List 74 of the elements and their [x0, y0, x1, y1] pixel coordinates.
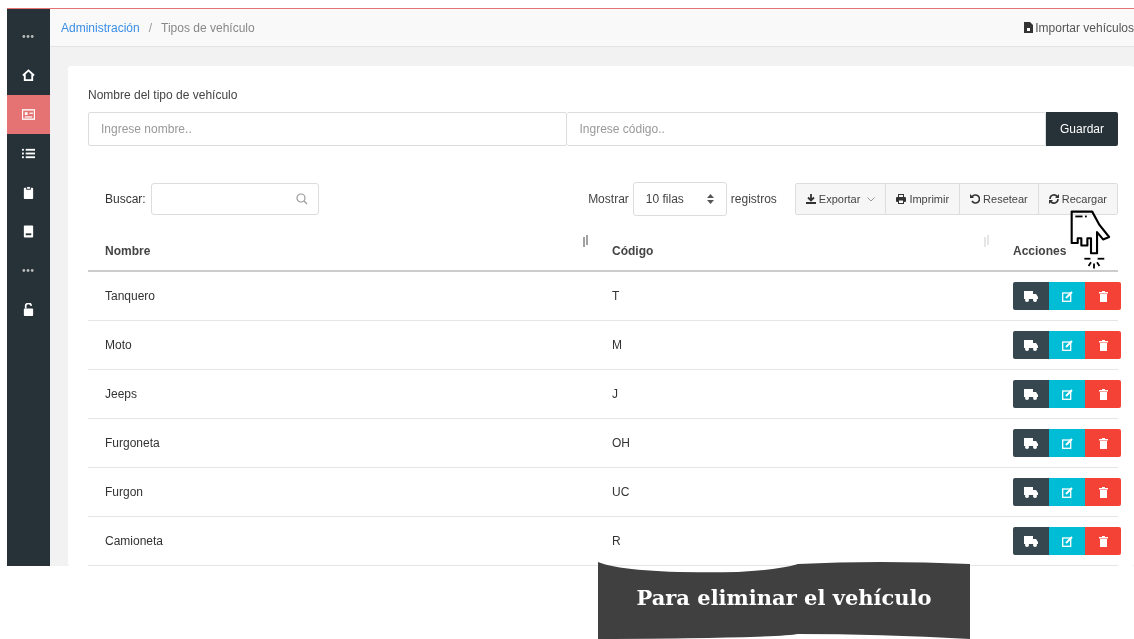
column-header[interactable]: Código [595, 226, 996, 272]
form-label: Nombre del tipo de vehículo [88, 87, 239, 104]
vehicles-button[interactable] [1013, 478, 1049, 506]
table-cell: Tanquero [88, 272, 595, 321]
search-field[interactable] [150, 183, 319, 215]
table-cell: Furgoneta [88, 419, 595, 468]
sort-icon [583, 234, 589, 248]
table-cell: Camioneta [88, 517, 595, 566]
column-header[interactable]: Acciones [996, 226, 1118, 272]
sort-arrows-icon [706, 194, 714, 204]
list-icon [22, 147, 35, 160]
edit-icon [1061, 486, 1073, 498]
table-cell: UC [595, 468, 996, 517]
edit-icon [1061, 388, 1073, 400]
trash-icon [1098, 486, 1108, 498]
export-button[interactable]: Exportar [795, 184, 887, 214]
code-input-field[interactable]: Ingrese código.. [567, 112, 1046, 146]
vehicles-button[interactable] [1013, 282, 1049, 310]
table-cell: Moto [88, 321, 595, 370]
id-card-icon [22, 108, 35, 121]
vehicles-button[interactable] [1013, 331, 1049, 359]
trash-icon [1098, 437, 1108, 449]
table-cell: M [595, 321, 996, 370]
edit-icon [1061, 290, 1073, 302]
caret-icon [867, 196, 876, 202]
truck-icon [1024, 437, 1038, 449]
trash-icon [1098, 339, 1108, 351]
table-cell: Furgon [88, 468, 595, 517]
vehicles-button[interactable] [1013, 429, 1049, 457]
table-cell: J [595, 370, 996, 419]
undo-icon [970, 194, 981, 204]
save-button[interactable]: Guardar [1045, 112, 1118, 146]
delete-button[interactable] [1085, 429, 1121, 457]
breadcrumb-separator: / [148, 20, 153, 35]
table-cell: Jeeps [88, 370, 595, 419]
trash-icon [1098, 290, 1108, 302]
delete-button[interactable] [1085, 282, 1121, 310]
show-label: Mostrar [588, 191, 629, 208]
delete-button[interactable] [1085, 478, 1121, 506]
unlocked-padlock-icon [22, 303, 35, 316]
home-icon [22, 69, 35, 82]
vehicles-button[interactable] [1013, 527, 1049, 555]
table-cell: OH [595, 419, 996, 468]
delete-button[interactable] [1085, 380, 1121, 408]
truck-icon [1024, 339, 1038, 351]
name-input-field[interactable]: Ingrese nombre.. [88, 112, 568, 146]
truck-icon [1024, 290, 1038, 302]
printer-icon [896, 194, 907, 204]
trash-icon [1098, 535, 1108, 547]
truck-icon [1024, 486, 1038, 498]
download-icon [805, 194, 816, 204]
book-icon [22, 225, 35, 238]
edit-icon [1061, 339, 1073, 351]
caption-text: Para eliminar el vehículo [635, 584, 933, 612]
sort-icon [984, 234, 990, 248]
clipboard-icon [22, 186, 35, 199]
edit-icon [1061, 437, 1073, 449]
import-vehicles-button[interactable]: Importar vehículos [1024, 18, 1134, 37]
edit-icon [1061, 535, 1073, 547]
breadcrumb-current: Tipos de vehículo [161, 20, 255, 35]
column-header[interactable]: Nombre [88, 226, 595, 272]
refresh-icon [1048, 194, 1059, 204]
truck-icon [1024, 535, 1038, 547]
search-label: Buscar: [105, 191, 146, 208]
table-cell: T [595, 272, 996, 321]
search-icon [295, 193, 308, 205]
truck-icon [1024, 388, 1038, 400]
records-label: registros [730, 191, 777, 208]
trash-icon [1098, 388, 1108, 400]
rows-select[interactable]: 10 filas [632, 182, 727, 216]
delete-button[interactable] [1085, 331, 1121, 359]
delete-button[interactable] [1085, 527, 1121, 555]
vehicles-button[interactable] [1013, 380, 1049, 408]
file-icon [1024, 22, 1034, 33]
